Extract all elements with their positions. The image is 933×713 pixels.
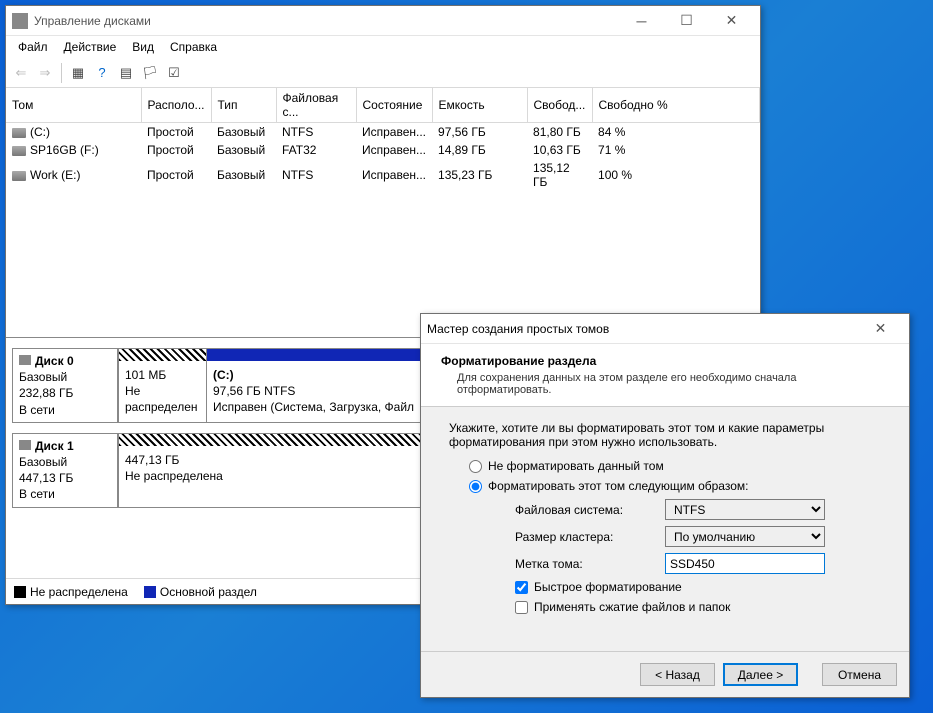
close-button[interactable]: ✕ xyxy=(709,7,754,35)
cancel-button[interactable]: Отмена xyxy=(822,663,897,686)
next-button[interactable]: Далее > xyxy=(723,663,798,686)
menu-action[interactable]: Действие xyxy=(56,38,125,56)
menubar: Файл Действие Вид Справка xyxy=(6,36,760,58)
maximize-button[interactable]: ☐ xyxy=(664,7,709,35)
checkbox-quick-format[interactable] xyxy=(515,581,528,594)
label-format[interactable]: Форматировать этот том следующим образом… xyxy=(488,479,748,493)
label-filesystem: Файловая система: xyxy=(515,503,665,517)
select-filesystem[interactable]: NTFS xyxy=(665,499,825,520)
wizard-buttons: < Назад Далее > Отмена xyxy=(421,651,909,697)
label-cluster: Размер кластера: xyxy=(515,530,665,544)
col-layout[interactable]: Располо... xyxy=(141,88,211,123)
label-compression[interactable]: Применять сжатие файлов и папок xyxy=(534,600,730,614)
label-no-format[interactable]: Не форматировать данный том xyxy=(488,459,664,473)
wizard-body: Укажите, хотите ли вы форматировать этот… xyxy=(421,407,909,651)
props-icon[interactable]: ☑ xyxy=(163,62,185,84)
wizard-title: Мастер создания простых томов xyxy=(427,322,858,336)
back-icon[interactable]: ⇐ xyxy=(10,62,32,84)
volume-list[interactable]: Том Располо... Тип Файловая с... Состоян… xyxy=(6,88,760,338)
wizard-header: Форматирование раздела Для сохранения да… xyxy=(421,344,909,407)
wizard-titlebar[interactable]: Мастер создания простых томов ✕ xyxy=(421,314,909,344)
list-icon[interactable]: ▤ xyxy=(115,62,137,84)
legend-primary-label: Основной раздел xyxy=(160,585,257,599)
disk-icon xyxy=(19,355,31,365)
menu-help[interactable]: Справка xyxy=(162,38,225,56)
col-fs[interactable]: Файловая с... xyxy=(276,88,356,123)
volume-icon xyxy=(12,171,26,181)
flag-icon[interactable]: 🏳 xyxy=(139,62,161,84)
col-free[interactable]: Свобод... xyxy=(527,88,592,123)
wizard-close-button[interactable]: ✕ xyxy=(858,315,903,343)
radio-format[interactable] xyxy=(469,480,482,493)
col-volume[interactable]: Том xyxy=(6,88,141,123)
window-title: Управление дисками xyxy=(34,14,619,28)
table-row[interactable]: SP16GB (F:)ПростойБазовыйFAT32Исправен..… xyxy=(6,141,760,159)
col-freepct[interactable]: Свободно % xyxy=(592,88,759,123)
wizard-intro: Укажите, хотите ли вы форматировать этот… xyxy=(449,421,881,449)
legend-primary-swatch xyxy=(144,586,156,598)
volume-icon xyxy=(12,146,26,156)
table-row[interactable]: Work (E:)ПростойБазовыйNTFSИсправен...13… xyxy=(6,159,760,191)
table-row[interactable]: (C:)ПростойБазовыйNTFSИсправен...97,56 Г… xyxy=(6,123,760,142)
new-volume-wizard: Мастер создания простых томов ✕ Форматир… xyxy=(420,313,910,698)
help-icon[interactable]: ? xyxy=(91,62,113,84)
checkbox-compression[interactable] xyxy=(515,601,528,614)
app-icon xyxy=(12,13,28,29)
menu-view[interactable]: Вид xyxy=(124,38,162,56)
volume-table: Том Располо... Тип Файловая с... Состоян… xyxy=(6,88,760,191)
label-volume-label: Метка тома: xyxy=(515,557,665,571)
disk-label: Диск 0Базовый232,88 ГБВ сети xyxy=(13,349,118,422)
toolbar: ⇐ ⇒ ▦ ? ▤ 🏳 ☑ xyxy=(6,58,760,88)
wizard-heading: Форматирование раздела xyxy=(441,354,889,368)
minimize-button[interactable]: ─ xyxy=(619,7,664,35)
wizard-subheading: Для сохранения данных на этом разделе ег… xyxy=(441,372,889,396)
legend-unallocated-label: Не распределена xyxy=(30,585,128,599)
input-volume-label[interactable] xyxy=(665,553,825,574)
menu-file[interactable]: Файл xyxy=(10,38,56,56)
forward-icon[interactable]: ⇒ xyxy=(34,62,56,84)
col-type[interactable]: Тип xyxy=(211,88,276,123)
volume-icon xyxy=(12,128,26,138)
legend-unallocated-swatch xyxy=(14,586,26,598)
partition[interactable]: 101 МБНе распределен xyxy=(118,349,206,422)
titlebar[interactable]: Управление дисками ─ ☐ ✕ xyxy=(6,6,760,36)
disk-label: Диск 1Базовый447,13 ГБВ сети xyxy=(13,434,118,507)
label-quick-format[interactable]: Быстрое форматирование xyxy=(534,580,682,594)
radio-no-format[interactable] xyxy=(469,460,482,473)
back-button[interactable]: < Назад xyxy=(640,663,715,686)
panels-icon[interactable]: ▦ xyxy=(67,62,89,84)
col-capacity[interactable]: Емкость xyxy=(432,88,527,123)
select-cluster[interactable]: По умолчанию xyxy=(665,526,825,547)
disk-icon xyxy=(19,440,31,450)
col-status[interactable]: Состояние xyxy=(356,88,432,123)
